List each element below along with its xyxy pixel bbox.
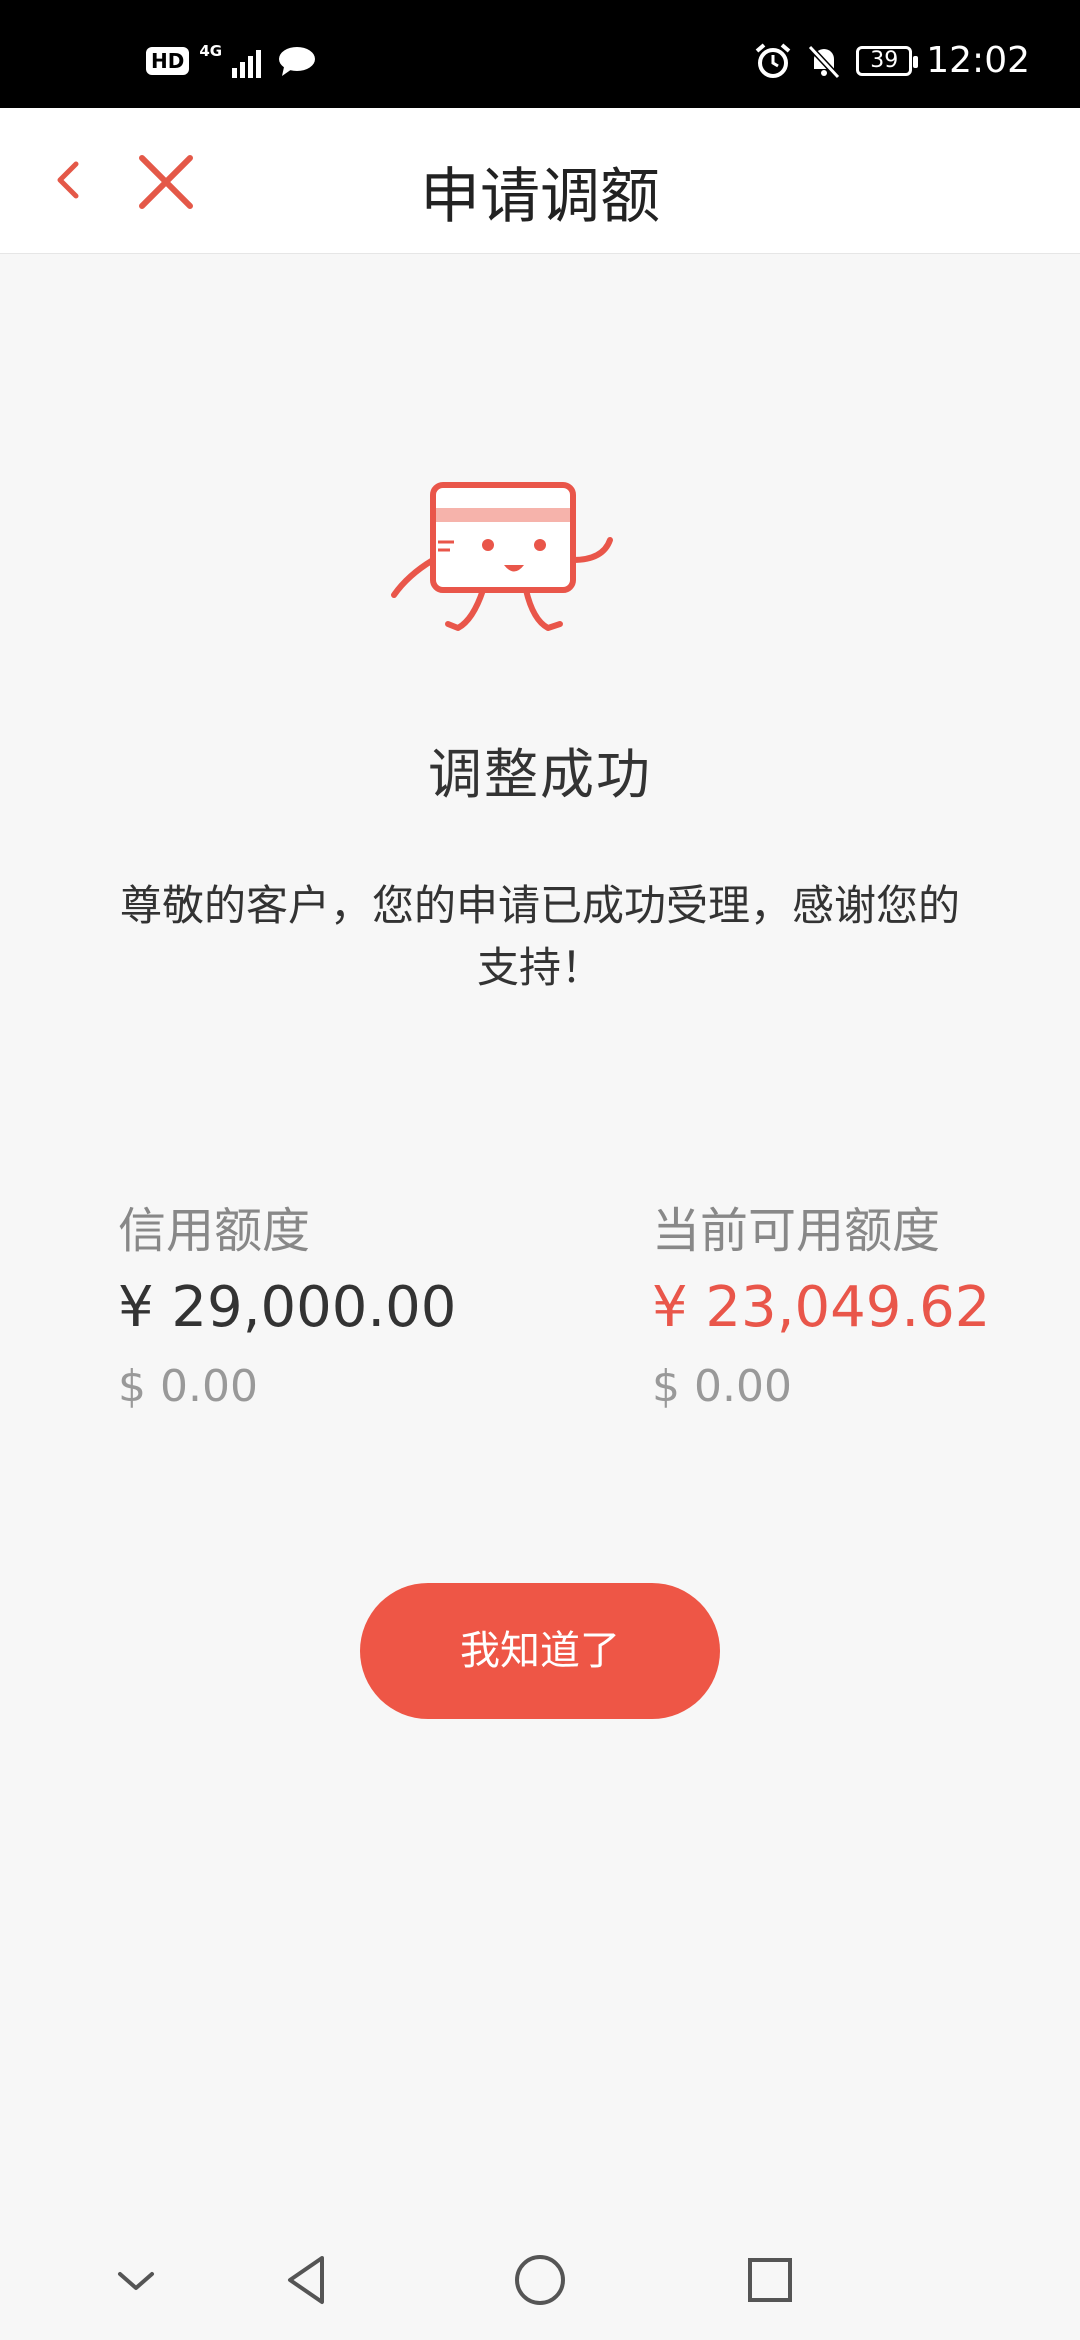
available-limit-usd: $ 0.00 bbox=[652, 1361, 792, 1412]
hd-badge: HD bbox=[146, 47, 190, 75]
credit-limit-block: 信用额度 ¥ 29,000.00 $ 0.00 bbox=[118, 1195, 456, 1423]
home-circle-icon[interactable] bbox=[508, 2248, 572, 2312]
credit-limit-cny: ¥ 29,000.00 bbox=[118, 1275, 457, 1340]
available-limit-block: 当前可用额度 ¥ 23,049.62 $ 0.00 bbox=[652, 1195, 990, 1423]
signal-icon bbox=[232, 50, 262, 78]
message-icon bbox=[279, 47, 316, 76]
recents-square-icon[interactable] bbox=[738, 2248, 802, 2312]
back-triangle-icon[interactable] bbox=[276, 2248, 340, 2312]
result-message: 尊敬的客户，您的申请已成功受理，感谢您的支持！ bbox=[120, 881, 961, 992]
status-time: 12:02 bbox=[926, 40, 1030, 81]
credit-limit-usd: $ 0.00 bbox=[118, 1361, 258, 1412]
system-nav-bar bbox=[0, 2220, 1080, 2340]
result-title: 调整成功 bbox=[428, 743, 652, 806]
page-title: 申请调额 bbox=[420, 162, 660, 232]
credit-limit-label: 信用额度 bbox=[118, 1203, 311, 1259]
card-mascot-illustration bbox=[391, 482, 613, 631]
battery-indicator: 39 bbox=[856, 45, 919, 76]
available-limit-cny: ¥ 23,049.62 bbox=[652, 1275, 991, 1340]
top-nav-bar: 申请调额 bbox=[0, 108, 1080, 254]
status-right: 39 12:02 bbox=[754, 40, 1030, 81]
available-limit-label: 当前可用额度 bbox=[652, 1203, 941, 1259]
got-it-button[interactable]: 我知道了 bbox=[360, 1583, 720, 1719]
network-label: 4G bbox=[199, 42, 223, 60]
status-left: HD 4G bbox=[146, 42, 316, 78]
mute-bell-icon bbox=[808, 44, 841, 79]
alarm-icon bbox=[755, 42, 791, 78]
chevron-down-icon[interactable] bbox=[104, 2248, 168, 2312]
status-bar: HD 4G 39 12:02 bbox=[0, 0, 1080, 108]
